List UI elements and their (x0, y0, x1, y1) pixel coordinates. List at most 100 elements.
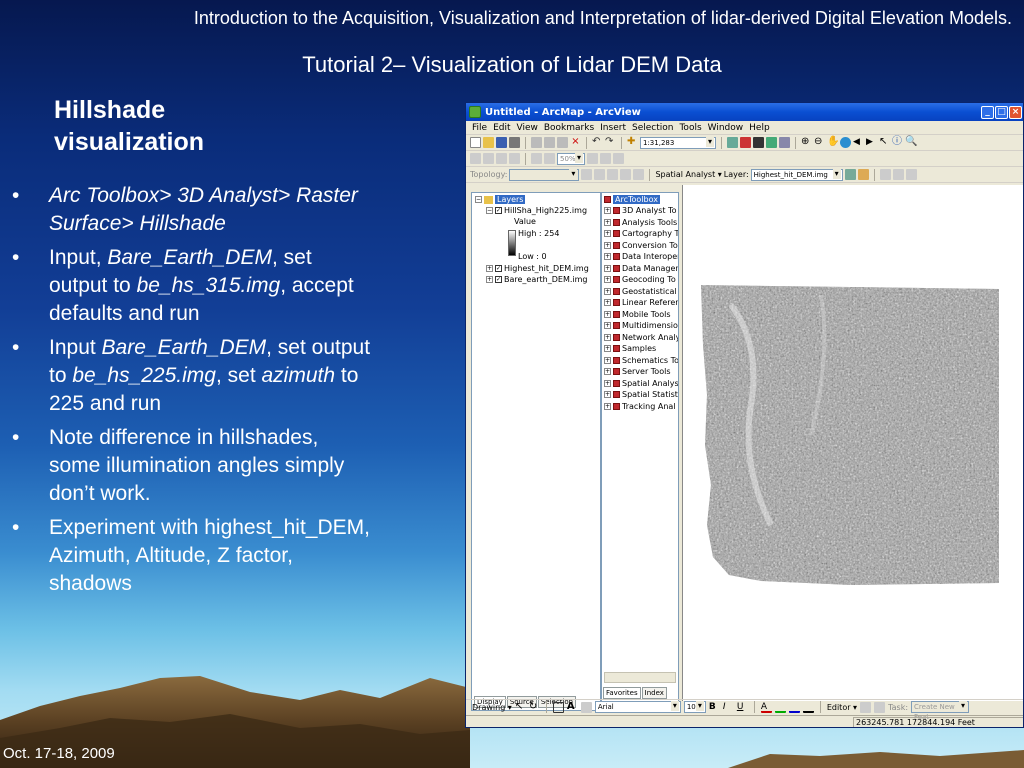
pan-icon[interactable]: ✋ (827, 137, 839, 148)
contour-icon[interactable] (857, 169, 869, 180)
command-line-icon[interactable] (753, 137, 764, 148)
layer-combo[interactable]: Highest_hit_DEM.img (750, 168, 843, 181)
map-scale-combo[interactable]: 1:31,283 (640, 136, 716, 149)
menu-window[interactable]: Window (708, 123, 744, 133)
zoom-percent-combo[interactable]: 50% (557, 152, 585, 165)
toolbox-item-label[interactable]: Data Interoper (622, 252, 678, 261)
toolbox-root-row[interactable]: ArcToolbox (604, 195, 660, 204)
toolbox-item-label[interactable]: Server Tools (622, 367, 670, 376)
toolbox-item[interactable]: + Spatial Analys (604, 379, 678, 388)
toolbox-item[interactable]: + Multidimensio (604, 321, 678, 330)
zoom-out-icon[interactable]: ⊖ (814, 137, 825, 148)
toolbox-item-label[interactable]: Geocoding To (622, 275, 676, 284)
minimize-button[interactable]: _ (981, 105, 994, 119)
edit-tool-icon[interactable] (860, 701, 872, 713)
toolbox-item[interactable]: + Server Tools (604, 367, 670, 376)
sketch-tool-icon[interactable] (874, 701, 886, 713)
menu-help[interactable]: Help (749, 123, 770, 133)
menu-insert[interactable]: Insert (600, 123, 626, 133)
zoom-100-icon[interactable] (483, 153, 494, 164)
maximize-button[interactable]: □ (995, 105, 1008, 119)
font-combo[interactable]: Arial (594, 701, 681, 713)
copy-icon[interactable] (544, 137, 555, 148)
save-icon[interactable] (496, 137, 507, 148)
topology-edit-icon[interactable] (607, 169, 619, 180)
zoom-in-icon[interactable]: ⊕ (801, 137, 812, 148)
expand-icon[interactable]: + (604, 276, 611, 283)
menu-selection[interactable]: Selection (632, 123, 673, 133)
rotate-icon[interactable]: ↻ (529, 701, 540, 713)
toolbox-hscrollbar[interactable] (604, 672, 676, 683)
expand-icon[interactable]: + (604, 402, 611, 410)
redo-icon[interactable]: ↷ (605, 137, 616, 148)
expand-icon[interactable]: + (604, 391, 611, 398)
toggle-draft-icon[interactable] (587, 153, 598, 164)
window-titlebar[interactable]: Untitled - ArcMap - ArcView _ □ × (466, 103, 1023, 121)
forward-extent-icon[interactable]: ▶ (866, 137, 877, 148)
toolbox-item[interactable]: +3D Analyst To (604, 206, 676, 215)
toc-layer-row[interactable]: − ✓ HillSha_High225.img (486, 206, 587, 215)
rectangle-icon[interactable] (552, 701, 564, 713)
select-elements-icon[interactable]: ↖ (515, 701, 526, 713)
toolbox-item[interactable]: + Cartography T (604, 229, 678, 238)
toolbox-root-label[interactable]: ArcToolbox (613, 195, 660, 204)
expand-icon[interactable]: + (604, 356, 611, 364)
help-icon[interactable] (779, 137, 790, 148)
toolbox-item[interactable]: + Tracking Anal (604, 402, 676, 411)
model-builder-icon[interactable] (766, 137, 777, 148)
drawing-menu[interactable]: Drawing ▾ (472, 703, 512, 712)
toc-layer-row[interactable]: + ✓ Highest_hit_DEM.img (486, 264, 589, 273)
back-extent-icon[interactable]: ◀ (853, 137, 864, 148)
toc-layer-label[interactable]: HillSha_High225.img (504, 206, 587, 215)
toolbox-item[interactable]: + Analysis Tools (604, 218, 677, 227)
collapse-icon[interactable]: − (475, 196, 482, 203)
toolbox-item-label[interactable]: 3D Analyst To (622, 206, 676, 215)
open-folder-icon[interactable] (483, 137, 494, 148)
select-arrow-icon[interactable]: ↖ (879, 137, 890, 148)
paste-icon[interactable] (557, 137, 568, 148)
toc-layer-label[interactable]: Highest_hit_DEM.img (504, 264, 589, 273)
menu-file[interactable]: File (472, 123, 487, 133)
toolbox-item[interactable]: + Geostatistical A (604, 287, 678, 296)
toolbox-item-label[interactable]: Linear Referen (622, 298, 678, 307)
expand-icon[interactable]: + (604, 333, 611, 341)
toolbox-item-label[interactable]: Mobile Tools (622, 310, 671, 319)
toc-root-row[interactable]: − Layers (475, 195, 526, 204)
toolbox-item-label[interactable]: Spatial Statisti (622, 390, 678, 399)
toolbox-item[interactable]: + Data Interoper (604, 252, 678, 261)
marker-color-icon[interactable] (802, 702, 814, 713)
layer-checkbox[interactable]: ✓ (495, 276, 502, 283)
fixed-zoom-out-icon[interactable] (509, 153, 520, 164)
new-document-icon[interactable] (470, 137, 481, 148)
menu-view[interactable]: View (517, 123, 538, 133)
toc-root-label[interactable]: Layers (495, 195, 526, 204)
close-button[interactable]: × (1009, 105, 1022, 119)
toolbox-item-label[interactable]: Spatial Analys (622, 379, 678, 388)
topology-tool-icon[interactable] (581, 169, 593, 180)
toolbox-item[interactable]: + Geocoding To (604, 275, 676, 284)
focus-data-frame-icon[interactable] (600, 153, 611, 164)
expand-icon[interactable]: + (604, 310, 611, 318)
bold-icon[interactable]: B (709, 702, 720, 713)
expand-icon[interactable]: + (604, 230, 611, 237)
spatial-analyst-menu[interactable]: Spatial Analyst ▾ (655, 170, 721, 179)
page-forward-icon[interactable] (544, 153, 555, 164)
expand-icon[interactable]: + (604, 287, 611, 295)
toolbox-item[interactable]: + Schematics To (604, 356, 678, 365)
expand-icon[interactable]: + (604, 322, 611, 329)
toolbox-item[interactable]: + Conversion To (604, 241, 678, 250)
arctoolbox-icon[interactable] (740, 137, 751, 148)
fixed-zoom-in-icon[interactable] (496, 153, 507, 164)
line-color-icon[interactable] (788, 702, 800, 713)
zoom-whole-page-icon[interactable] (470, 153, 481, 164)
undo-icon[interactable]: ↶ (592, 137, 603, 148)
tab-index[interactable]: Index (641, 687, 667, 699)
toolbox-item[interactable]: + Mobile Tools (604, 310, 671, 319)
toolbox-item-label[interactable]: Data Managen (622, 264, 678, 273)
toolbox-item-label[interactable]: Cartography T (622, 229, 678, 238)
menu-tools[interactable]: Tools (679, 123, 701, 133)
map-topology-icon[interactable] (594, 169, 606, 180)
expand-icon[interactable]: + (604, 379, 611, 387)
validate-topology-icon[interactable] (620, 169, 632, 180)
print-icon[interactable] (509, 137, 520, 148)
